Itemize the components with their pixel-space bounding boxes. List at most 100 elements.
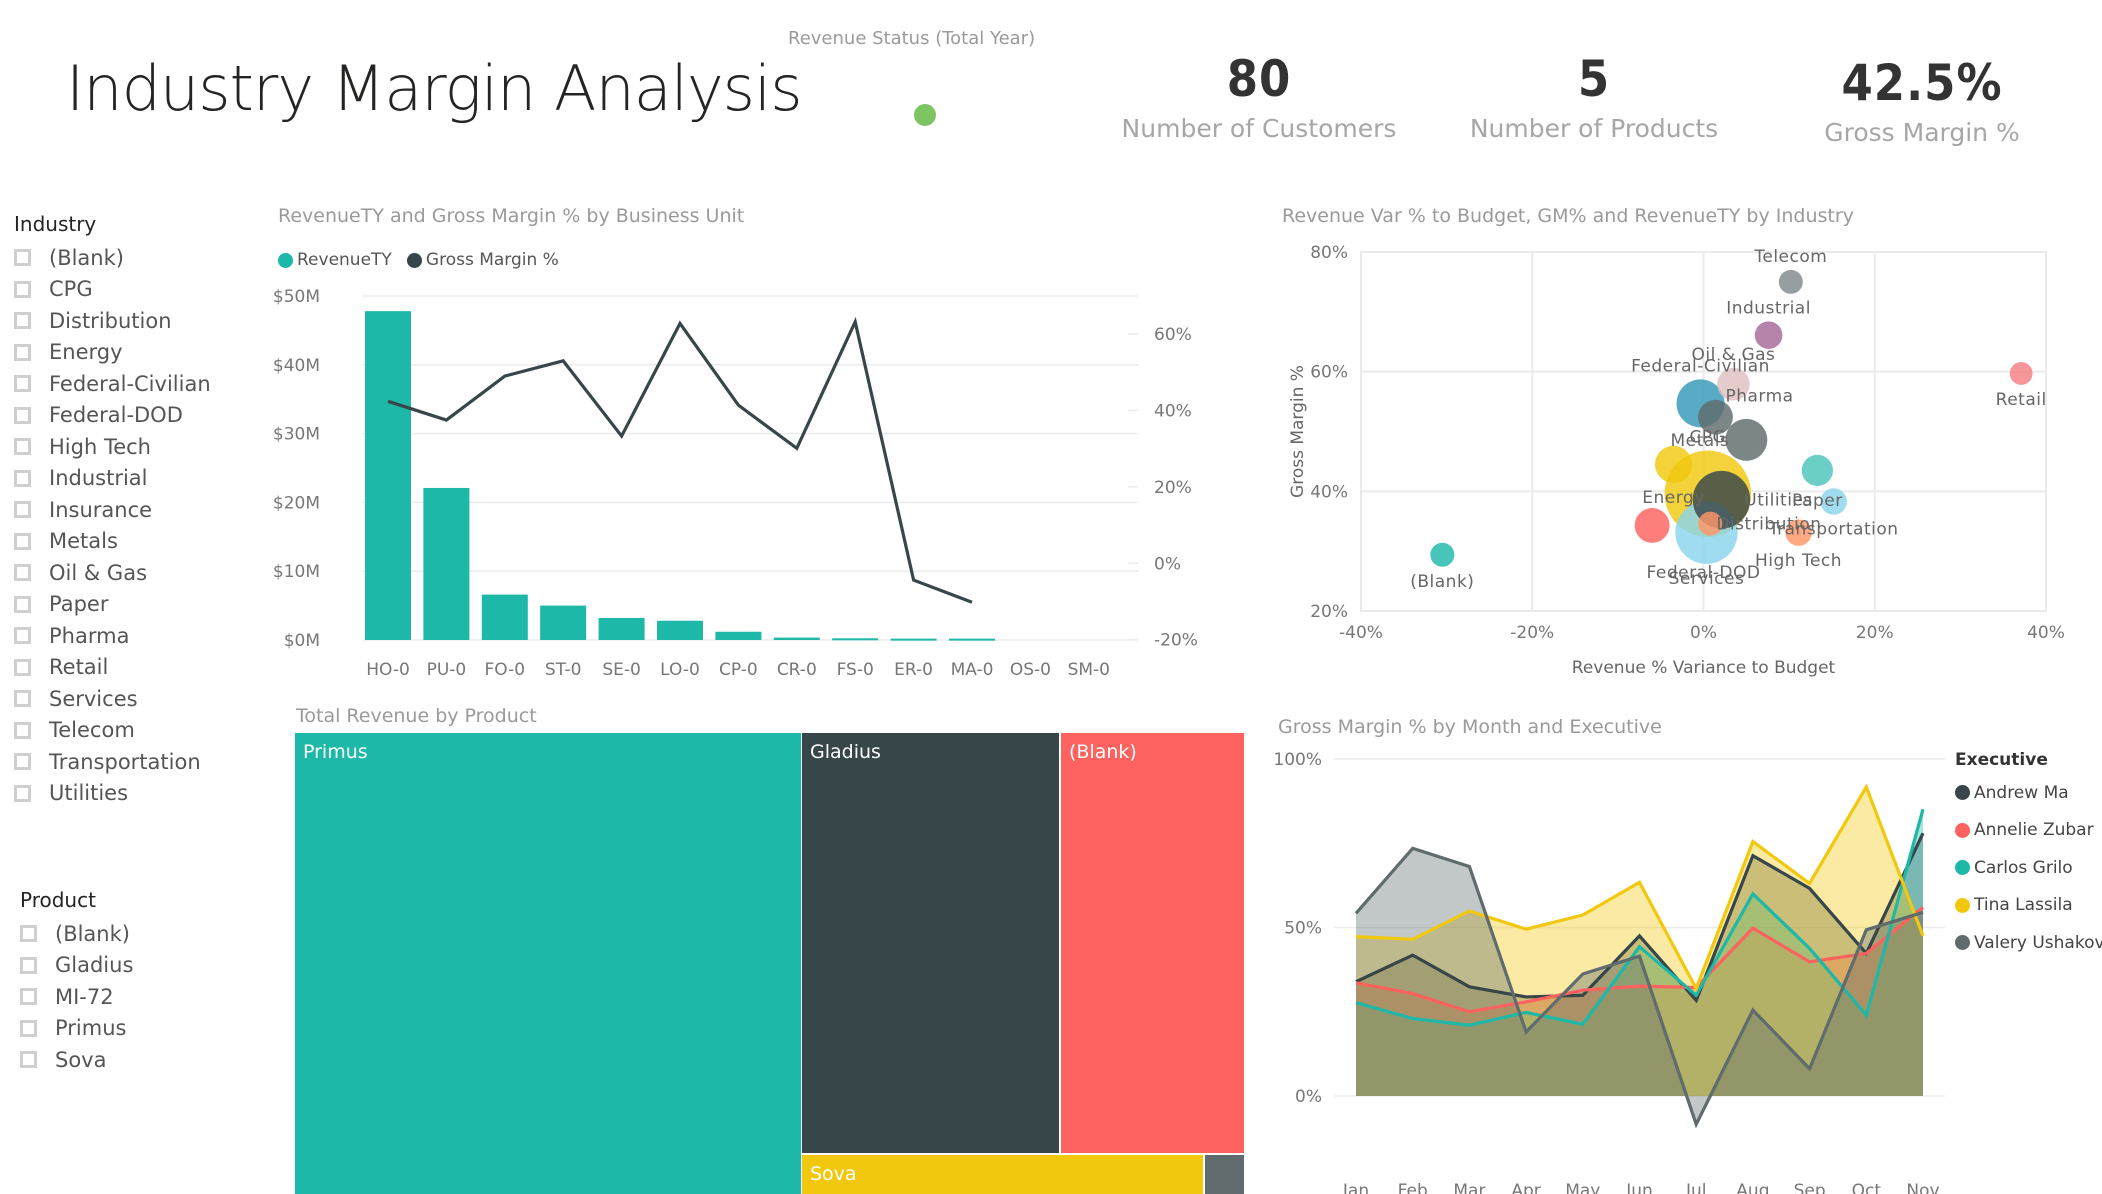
bubble-label: CPG (1689, 428, 1726, 448)
checkbox-icon[interactable] (14, 690, 31, 708)
legend-label: Carlos Grilo (1974, 857, 2073, 878)
x-axis-tick: CP-0 (719, 660, 758, 680)
page-title: Industry Margin Analysis (66, 52, 802, 125)
kpi-label: Gross Margin % (1824, 118, 2020, 147)
legend-dot-icon (1955, 822, 1970, 838)
checkbox-icon[interactable] (14, 595, 31, 613)
slicer-item-label: Primus (55, 1016, 127, 1041)
treemap-tile-primus[interactable]: Primus (295, 733, 801, 1194)
slicer-item-label: Pharma (49, 623, 130, 648)
line-andrew-ma (1355, 832, 1925, 1004)
product-option-mi-72[interactable]: MI-72 (20, 981, 133, 1013)
industry-option-distribution[interactable]: Distribution (14, 305, 211, 337)
bubble-transportation (1820, 488, 1847, 515)
x-axis-tick: Jul (1685, 1181, 1707, 1194)
slicer-item-label: Federal-DOD (49, 403, 183, 428)
tile-label: (Blank) (1069, 741, 1137, 763)
bubble-label: Distribution (1716, 515, 1821, 535)
treemap-tile-other[interactable] (1205, 1155, 1244, 1194)
legend-item-carlos-grilo[interactable]: Carlos Grilo (1955, 849, 2102, 887)
bubble-label: Oil & Gas (1692, 345, 1776, 365)
checkbox-icon[interactable] (14, 564, 31, 582)
checkbox-icon[interactable] (14, 280, 31, 298)
treemap-tile-blank[interactable]: (Blank) (1061, 733, 1244, 1153)
industry-option-federal-dod[interactable]: Federal-DOD (14, 400, 211, 432)
x-axis-tick: Sep (1794, 1181, 1826, 1194)
checkbox-icon[interactable] (14, 532, 31, 550)
industry-option-high-tech[interactable]: High Tech (14, 431, 211, 463)
industry-option-paper[interactable]: Paper (14, 589, 211, 621)
checkbox-icon[interactable] (20, 956, 37, 974)
industry-option-industrial[interactable]: Industrial (14, 463, 211, 495)
industry-option-federal-civilian[interactable]: Federal-Civilian (14, 368, 211, 400)
x-axis-tick: Feb (1398, 1181, 1428, 1194)
checkbox-icon[interactable] (14, 406, 31, 424)
executive-legend: Executive Andrew Ma Annelie Zubar Carlos G… (1955, 750, 2102, 962)
product-option-sova[interactable]: Sova (20, 1044, 133, 1076)
x-axis-tick: FS-0 (837, 660, 874, 680)
legend-dot-icon (278, 252, 293, 268)
y-axis-right-tick: 20% (1154, 478, 1192, 498)
legend-item-annelie-zubar[interactable]: Annelie Zubar (1955, 812, 2102, 850)
product-option-gladius[interactable]: Gladius (20, 950, 133, 982)
industry-option-energy[interactable]: Energy (14, 337, 211, 369)
industry-option-oil-gas[interactable]: Oil & Gas (14, 557, 211, 589)
slicer-item-label: Federal-Civilian (49, 371, 211, 396)
slicer-title: Industry (14, 212, 97, 236)
checkbox-icon[interactable] (14, 469, 31, 487)
checkbox-icon[interactable] (14, 375, 31, 393)
checkbox-icon[interactable] (14, 753, 31, 771)
x-axis-tick: Aug (1736, 1181, 1769, 1194)
treemap-tile-sova[interactable]: Sova (802, 1155, 1203, 1194)
checkbox-icon[interactable] (20, 1051, 37, 1069)
x-axis-tick: 40% (2027, 623, 2065, 643)
checkbox-icon[interactable] (20, 925, 37, 943)
industry-option-retail[interactable]: Retail (14, 652, 211, 684)
checkbox-icon[interactable] (20, 1019, 37, 1037)
industry-option-pharma[interactable]: Pharma (14, 620, 211, 652)
bar-fs-0 (832, 638, 879, 641)
checkbox-icon[interactable] (14, 312, 31, 330)
industry-option-cpg[interactable]: CPG (14, 274, 211, 306)
industry-option-metals[interactable]: Metals (14, 526, 211, 558)
x-axis-tick: -40% (1339, 623, 1383, 643)
tile-label: Sova (810, 1163, 857, 1185)
product-option-primus[interactable]: Primus (20, 1013, 133, 1045)
checkbox-icon[interactable] (14, 249, 31, 267)
combo-chart-title: RevenueTY and Gross Margin % by Business… (278, 205, 745, 227)
x-axis-tick: ST-0 (545, 660, 582, 680)
checkbox-icon[interactable] (20, 988, 37, 1006)
slicer-item-label: (Blank) (49, 245, 124, 270)
bar-lo-0 (657, 620, 703, 640)
bubble-energy (1654, 445, 1693, 484)
checkbox-icon[interactable] (14, 627, 31, 645)
checkbox-icon[interactable] (14, 501, 31, 519)
legend-item-tina-lassila[interactable]: Tina Lassila (1955, 887, 2102, 925)
y-axis-right-tick: 0% (1154, 554, 1181, 574)
legend-item-revenue[interactable]: RevenueTY (278, 250, 392, 270)
y-axis-tick: 100% (1273, 750, 1322, 770)
bar-pu-0 (423, 487, 470, 640)
checkbox-icon[interactable] (14, 784, 31, 802)
industry-option-transportation[interactable]: Transportation (14, 746, 211, 778)
bar-ho-0 (365, 311, 411, 640)
treemap-tile-gladius[interactable]: Gladius (802, 733, 1059, 1153)
legend-item-gross-margin[interactable]: Gross Margin % (406, 250, 559, 270)
industry-option-blank[interactable]: (Blank) (14, 242, 211, 274)
checkbox-icon[interactable] (14, 343, 31, 361)
industry-option-utilities[interactable]: Utilities (14, 778, 211, 810)
x-axis-tick: CR-0 (777, 660, 817, 680)
legend-item-valery-ushakov[interactable]: Valery Ushakov (1955, 924, 2102, 962)
industry-option-insurance[interactable]: Insurance (14, 494, 211, 526)
bubble-label: Retail (1996, 390, 2047, 410)
checkbox-icon[interactable] (14, 438, 31, 456)
product-option-blank[interactable]: (Blank) (20, 918, 133, 950)
checkbox-icon[interactable] (14, 721, 31, 739)
industry-option-telecom[interactable]: Telecom (14, 715, 211, 747)
legend-item-andrew-ma[interactable]: Andrew Ma (1955, 774, 2102, 812)
checkbox-icon[interactable] (14, 658, 31, 676)
x-axis-tick: 20% (1856, 623, 1894, 643)
y-axis-left-tick: $50M (273, 287, 320, 307)
industry-option-services[interactable]: Services (14, 683, 211, 715)
scatter-chart-title: Revenue Var % to Budget, GM% and Revenue… (1282, 205, 1854, 227)
